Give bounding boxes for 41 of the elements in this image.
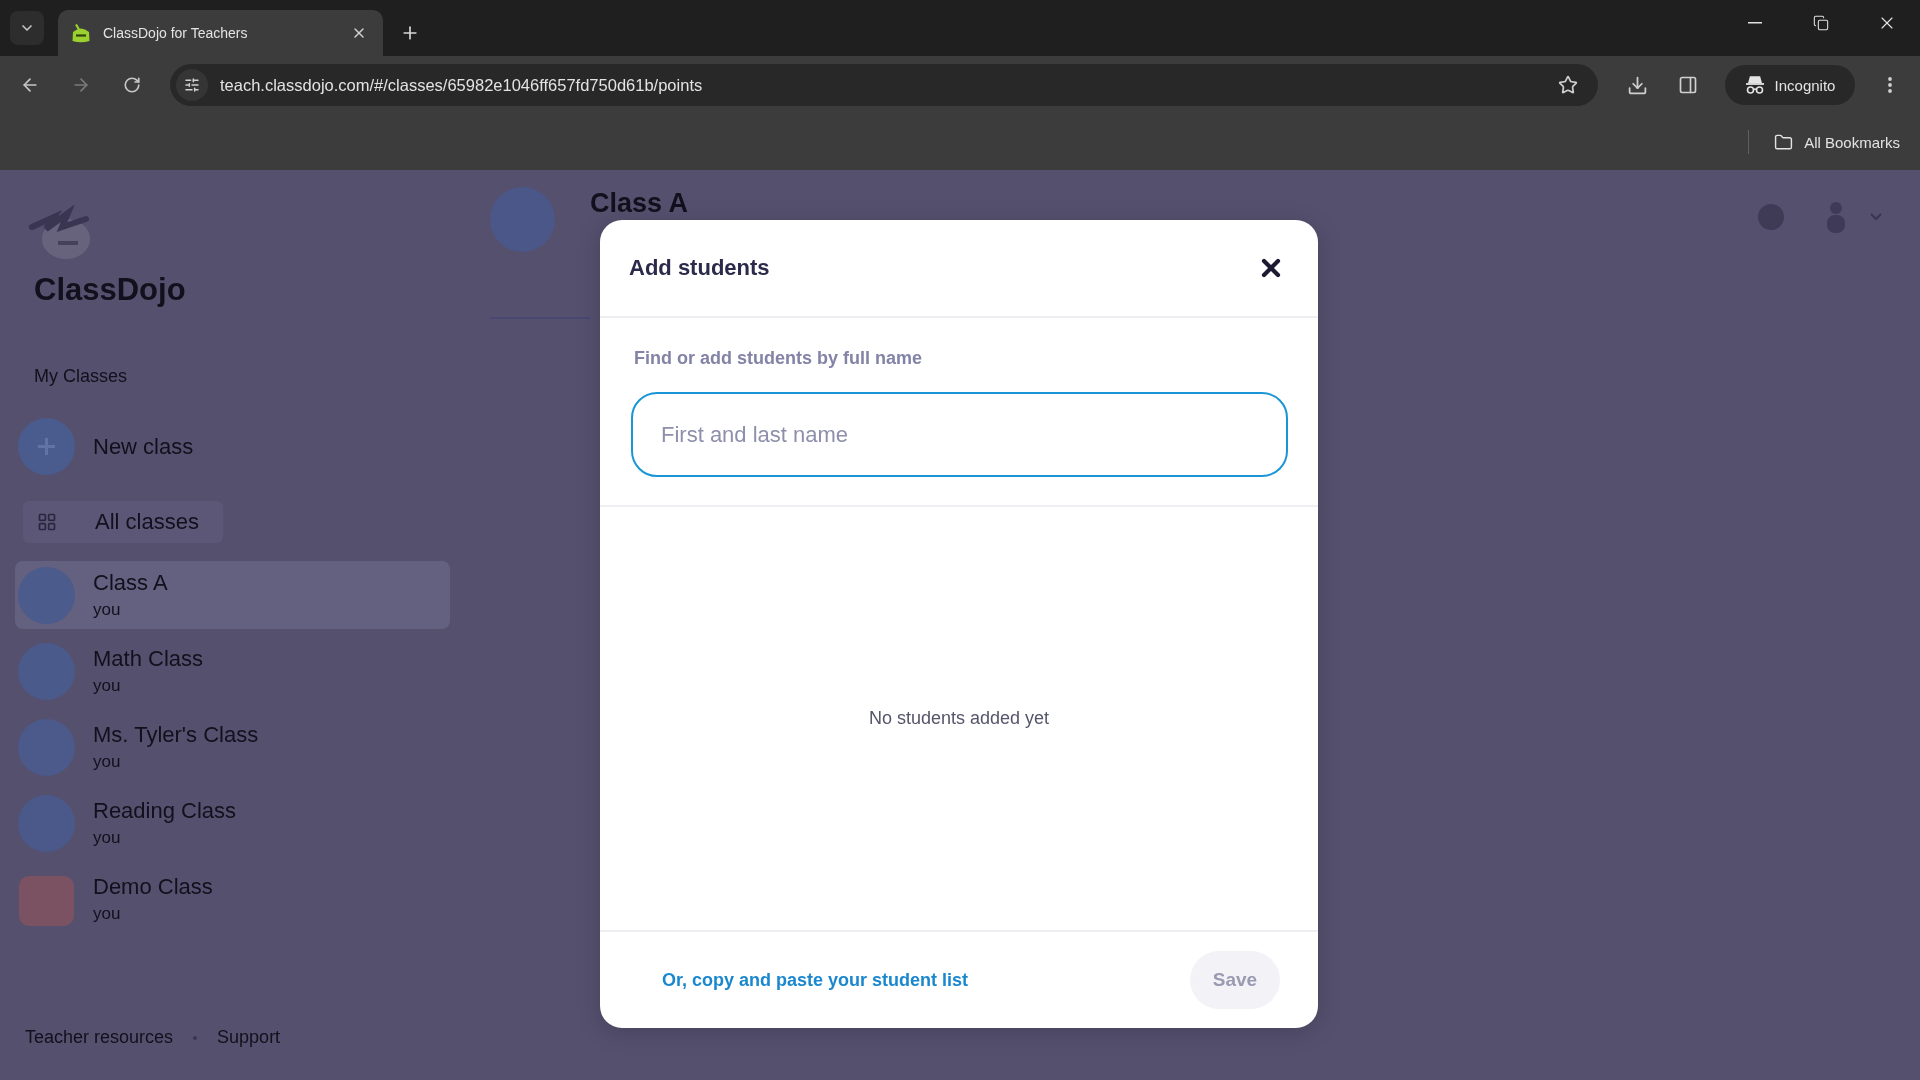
star-icon: [1558, 75, 1578, 95]
tab-list-button[interactable]: [10, 11, 44, 45]
section-title: My Classes: [34, 365, 127, 387]
dialog-title: Add students: [629, 255, 770, 281]
monster-icon: [71, 23, 91, 43]
class-list-item[interactable]: Ms. Tyler's Class you: [15, 713, 450, 781]
restore-icon: [1813, 15, 1829, 31]
menu-icon: [1888, 77, 1892, 93]
reload-icon: [123, 76, 141, 94]
incognito-button[interactable]: Incognito: [1725, 65, 1855, 105]
all-classes-button[interactable]: All classes: [23, 501, 223, 543]
class-list-item[interactable]: Demo Class you: [15, 865, 450, 933]
new-class-button[interactable]: New class: [18, 418, 194, 475]
brand-name: ClassDojo: [34, 271, 186, 309]
paste-list-link[interactable]: Or, copy and paste your student list: [662, 969, 969, 991]
site-settings-button[interactable]: [176, 69, 208, 101]
class-title: Class A: [590, 189, 689, 217]
side-panel-icon: [1678, 75, 1698, 95]
class-list-item[interactable]: Reading Class you: [15, 789, 450, 857]
field-label: Find or add students by full name: [634, 348, 923, 368]
address-bar[interactable]: teach.classdojo.com/#/classes/65982e1046ff657fd750d61b/points: [170, 64, 1598, 106]
avatar-icon: [490, 187, 555, 252]
close-icon: [351, 25, 367, 41]
footer-link[interactable]: Support: [217, 1027, 281, 1048]
caret-icon: [1870, 213, 1882, 221]
class-list-item[interactable]: Class A you: [15, 561, 450, 629]
person-icon: [1825, 201, 1847, 233]
sliders-icon: [184, 77, 200, 93]
bookmarks-folder[interactable]: All Bookmarks: [1766, 125, 1908, 159]
empty-message: No students added yet: [868, 708, 1050, 729]
download-icon: [1626, 74, 1648, 96]
incognito-icon: [1744, 76, 1765, 94]
name-input[interactable]: First and last name: [631, 392, 1288, 477]
class-list-item[interactable]: Math Class you: [15, 637, 450, 705]
minimize-icon: [1748, 22, 1762, 24]
footer-link[interactable]: Teacher resources: [25, 1027, 174, 1048]
browser-tab[interactable]: ClassDojo for Teachers: [58, 10, 383, 56]
folder-icon: [1774, 132, 1794, 152]
circle-icon: [1758, 204, 1784, 230]
grid-icon: [37, 512, 57, 532]
plus-icon: [18, 418, 75, 475]
